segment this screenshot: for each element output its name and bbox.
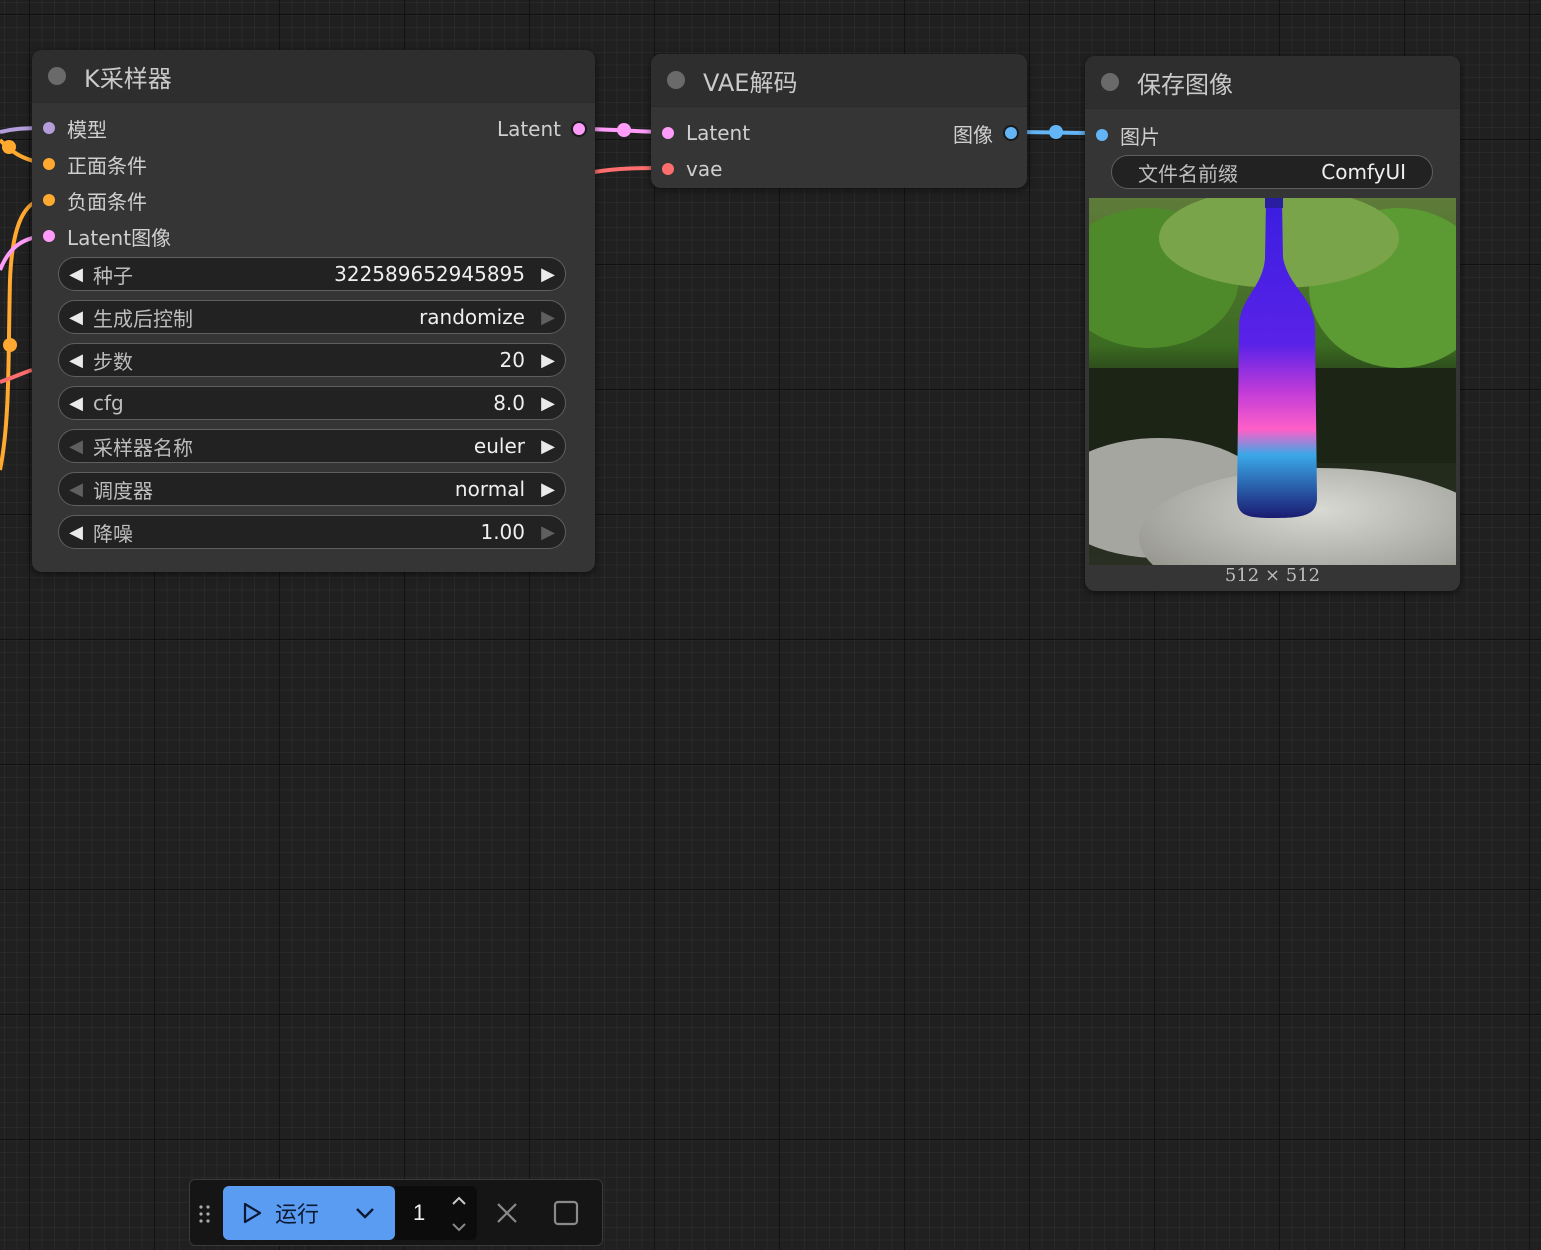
close-icon[interactable] bbox=[495, 1201, 519, 1225]
widget-control-after-generate[interactable]: ◀ 生成后控制 randomize ▶ bbox=[58, 300, 566, 334]
drag-handle-icon[interactable] bbox=[198, 1204, 212, 1224]
widget-value: euler bbox=[473, 434, 525, 458]
slot-dot-icon[interactable] bbox=[43, 122, 55, 134]
increment-arrow-icon[interactable]: ▶ bbox=[531, 350, 565, 371]
widget-filename-prefix[interactable]: 文件名前缀 ComfyUI bbox=[1111, 155, 1433, 189]
save-image-node[interactable]: 保存图像 图片 文件名前缀 ComfyUI 512 × 512 bbox=[1085, 56, 1460, 591]
increment-arrow-icon[interactable]: ▶ bbox=[531, 264, 565, 285]
input-slot-model[interactable]: 模型 bbox=[43, 116, 107, 142]
decrement-arrow-icon[interactable]: ◀ bbox=[59, 436, 93, 457]
preview-bottle-cap bbox=[1265, 198, 1283, 208]
slot-label: Latent图像 bbox=[67, 225, 172, 250]
slot-label: 图片 bbox=[1120, 124, 1160, 149]
widget-value: randomize bbox=[419, 305, 525, 329]
collapse-dot-icon[interactable] bbox=[667, 71, 685, 89]
slot-dot-icon[interactable] bbox=[43, 158, 55, 170]
node-title: K采样器 bbox=[84, 64, 172, 93]
input-slot-latent[interactable]: Latent bbox=[662, 121, 750, 145]
decrement-arrow-icon[interactable]: ◀ bbox=[59, 522, 93, 543]
increment-arrow-icon[interactable]: ▶ bbox=[531, 436, 565, 457]
wire-reroute-dot bbox=[1049, 125, 1063, 139]
chevron-up-icon[interactable] bbox=[450, 1194, 468, 1208]
widget-value: ComfyUI bbox=[1321, 160, 1406, 184]
widget-value: 20 bbox=[499, 348, 525, 372]
output-slot-latent[interactable]: Latent bbox=[497, 117, 587, 141]
stop-icon[interactable] bbox=[553, 1200, 579, 1226]
wire-vae-in bbox=[0, 368, 33, 384]
input-slot-negative[interactable]: 负面条件 bbox=[43, 188, 147, 214]
increment-arrow-icon[interactable]: ▶ bbox=[531, 522, 565, 543]
slot-dot-icon[interactable] bbox=[1096, 129, 1108, 141]
widget-label: 采样器名称 bbox=[93, 435, 193, 460]
node-title-bar[interactable]: 保存图像 bbox=[1085, 56, 1460, 109]
slot-dot-icon[interactable] bbox=[1003, 125, 1019, 141]
widget-denoise[interactable]: ◀ 降噪 1.00 ▶ bbox=[58, 515, 566, 549]
slot-label: 模型 bbox=[67, 117, 107, 142]
widget-value: 322589652945895 bbox=[334, 262, 525, 286]
slot-label: 负面条件 bbox=[67, 189, 147, 214]
input-slot-positive[interactable]: 正面条件 bbox=[43, 152, 147, 178]
widget-sampler-name[interactable]: ◀ 采样器名称 euler ▶ bbox=[58, 429, 566, 463]
slot-dot-icon[interactable] bbox=[662, 163, 674, 175]
widget-label: 种子 bbox=[93, 263, 133, 288]
widget-value: 8.0 bbox=[493, 391, 525, 415]
slot-label: Latent bbox=[686, 121, 751, 145]
slot-dot-icon[interactable] bbox=[43, 194, 55, 206]
widget-value: 1.00 bbox=[480, 520, 525, 544]
widget-label: 调度器 bbox=[93, 478, 153, 503]
image-preview[interactable] bbox=[1089, 198, 1456, 565]
collapse-dot-icon[interactable] bbox=[48, 67, 66, 85]
widget-label: 生成后控制 bbox=[93, 306, 193, 331]
widget-label: 降噪 bbox=[93, 521, 133, 546]
collapse-dot-icon[interactable] bbox=[1101, 73, 1119, 91]
widget-cfg[interactable]: ◀ cfg 8.0 ▶ bbox=[58, 386, 566, 420]
slot-dot-icon[interactable] bbox=[662, 127, 674, 139]
node-title-bar[interactable]: K采样器 bbox=[32, 50, 595, 103]
queue-toolbar[interactable]: 运行 1 bbox=[189, 1179, 603, 1246]
input-slot-vae[interactable]: vae bbox=[662, 157, 722, 181]
decrement-arrow-icon[interactable]: ◀ bbox=[59, 307, 93, 328]
node-title: 保存图像 bbox=[1137, 70, 1233, 99]
wire-reroute-dot bbox=[3, 338, 17, 352]
slot-dot-icon[interactable] bbox=[43, 230, 55, 242]
slot-label: 图像 bbox=[953, 122, 993, 147]
wire-reroute-dot bbox=[2, 140, 16, 154]
node-title: VAE解码 bbox=[703, 68, 798, 97]
run-button[interactable]: 运行 bbox=[223, 1186, 395, 1240]
widget-scheduler[interactable]: ◀ 调度器 normal ▶ bbox=[58, 472, 566, 506]
decrement-arrow-icon[interactable]: ◀ bbox=[59, 393, 93, 414]
widget-label: cfg bbox=[93, 391, 124, 415]
widget-label: 步数 bbox=[93, 349, 133, 374]
image-size-label: 512 × 512 bbox=[1224, 565, 1321, 586]
batch-count-input[interactable]: 1 bbox=[395, 1186, 477, 1240]
slot-label: vae bbox=[686, 157, 723, 181]
increment-arrow-icon[interactable]: ▶ bbox=[531, 479, 565, 500]
slot-dot-icon[interactable] bbox=[571, 121, 587, 137]
batch-count-value: 1 bbox=[413, 1200, 426, 1225]
wire-reroute-dot bbox=[617, 123, 631, 137]
input-slot-latent-image[interactable]: Latent图像 bbox=[43, 224, 172, 250]
play-icon bbox=[243, 1202, 262, 1224]
increment-arrow-icon[interactable]: ▶ bbox=[531, 307, 565, 328]
node-title-bar[interactable]: VAE解码 bbox=[651, 54, 1027, 107]
decrement-arrow-icon[interactable]: ◀ bbox=[59, 479, 93, 500]
decrement-arrow-icon[interactable]: ◀ bbox=[59, 350, 93, 371]
chevron-down-icon[interactable] bbox=[450, 1220, 468, 1234]
slot-label: Latent bbox=[496, 117, 561, 141]
ksampler-node[interactable]: K采样器 模型 正面条件 负面条件 Latent图像 Latent ◀ 种子 3… bbox=[32, 50, 595, 572]
widget-label: 文件名前缀 bbox=[1138, 161, 1238, 186]
decrement-arrow-icon[interactable]: ◀ bbox=[59, 264, 93, 285]
widget-seed[interactable]: ◀ 种子 322589652945895 ▶ bbox=[58, 257, 566, 291]
widget-value: normal bbox=[454, 477, 525, 501]
chevron-down-icon[interactable] bbox=[353, 1201, 377, 1225]
widget-steps[interactable]: ◀ 步数 20 ▶ bbox=[58, 343, 566, 377]
run-label: 运行 bbox=[275, 1203, 320, 1228]
slot-label: 正面条件 bbox=[67, 153, 147, 178]
vae-decode-node[interactable]: VAE解码 Latent vae 图像 bbox=[651, 54, 1027, 188]
increment-arrow-icon[interactable]: ▶ bbox=[531, 393, 565, 414]
output-slot-image[interactable]: 图像 bbox=[953, 121, 1019, 147]
input-slot-images[interactable]: 图片 bbox=[1096, 123, 1160, 149]
